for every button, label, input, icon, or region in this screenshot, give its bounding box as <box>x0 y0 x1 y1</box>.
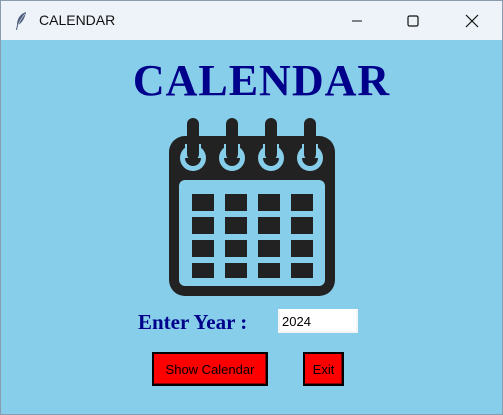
close-icon <box>465 14 479 27</box>
title-bar[interactable]: CALENDAR <box>1 1 502 40</box>
maximize-button[interactable] <box>384 1 442 40</box>
minimize-button[interactable] <box>328 1 386 40</box>
year-label: Enter Year : <box>138 310 248 334</box>
year-input[interactable] <box>278 309 358 333</box>
client-area: CALENDAR Enter Year: 2024 Show Calendar… <box>1 40 502 414</box>
app-window: CALENDAR CALENDAR Enter Year: 2024 Show… <box>0 0 503 415</box>
minimize-icon <box>352 20 362 21</box>
window-title: CALENDAR <box>39 12 116 28</box>
calendar-icon <box>169 118 335 296</box>
feather-icon <box>14 11 28 31</box>
exit-button[interactable]: Exit <box>303 352 344 386</box>
maximize-icon <box>407 14 419 27</box>
page-title: CALENDAR <box>132 56 391 105</box>
show-calendar-button[interactable]: Show Calendar <box>152 352 268 386</box>
close-button[interactable] <box>443 1 501 40</box>
